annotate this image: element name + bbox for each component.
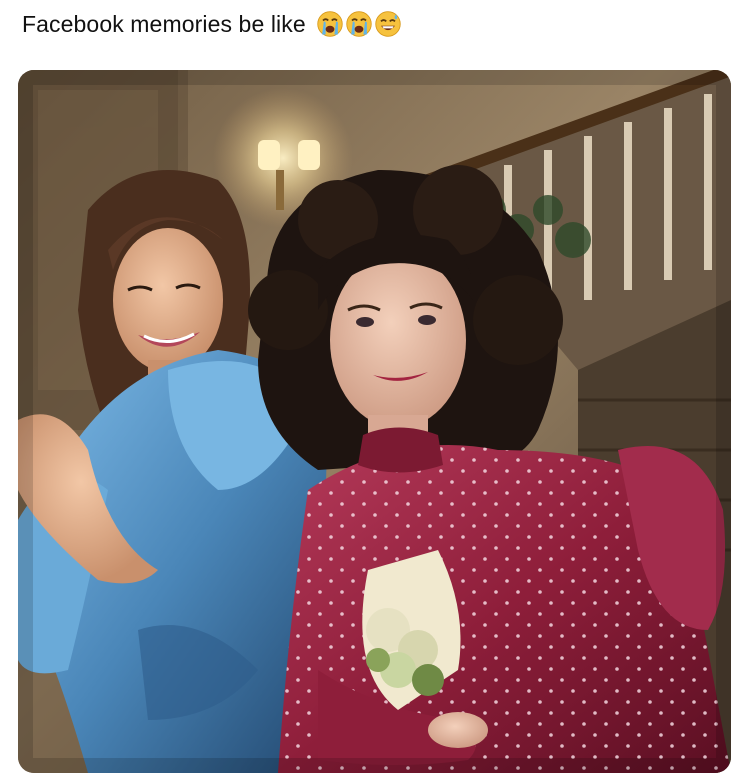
grinning-sweat-face-icon — [375, 11, 401, 37]
photo-scene — [18, 70, 731, 773]
loudly-crying-face-icon — [346, 11, 372, 37]
meme-photo — [18, 70, 731, 773]
loudly-crying-face-icon — [317, 11, 343, 37]
emoji-row — [316, 10, 402, 38]
lamp-shade-left — [258, 140, 280, 170]
caption-text: Facebook memories be like — [22, 10, 306, 37]
post-caption: Facebook memories be like — [22, 6, 402, 42]
lamp-shade-right — [298, 140, 320, 170]
